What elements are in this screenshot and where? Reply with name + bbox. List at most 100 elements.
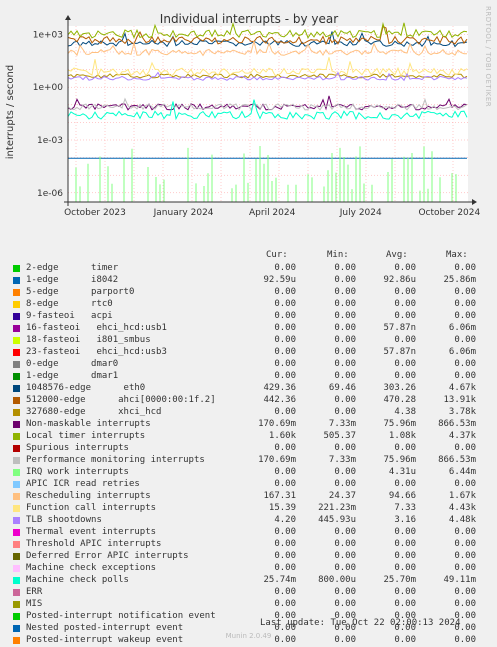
legend-label: 327680-edge xhci_hcd [26, 407, 162, 417]
legend-value-max: 49.11m [443, 575, 476, 585]
legend-swatch [13, 625, 20, 632]
legend-value-max: 0.00 [454, 299, 476, 309]
legend-swatch [13, 469, 20, 476]
y-axis-label: interrupts / second [5, 65, 16, 159]
legend-label: Local timer interrupts [26, 431, 146, 441]
legend-value-max: 0.00 [454, 479, 476, 489]
legend-value-max: 866.53m [438, 419, 476, 429]
legend-swatch [13, 421, 20, 428]
legend-value-max: 0.00 [454, 263, 476, 273]
x-tick-label: January 2024 [153, 208, 214, 218]
legend-swatch [13, 541, 20, 548]
legend-row: Threshold APIC interrupts 0.00 0.00 0.00 0.0… [0, 538, 497, 550]
y-tick-label: 1e+03 [33, 30, 63, 40]
legend-label: 1-edge i8042 [26, 275, 119, 285]
legend-row: Thermal event interrupts 0.00 0.00 0.00 0.00 [0, 526, 497, 538]
legend-row: Spurious interrupts 0.00 0.00 0.00 0.00 [0, 442, 497, 454]
legend-swatch [13, 373, 20, 380]
legend-swatch [13, 577, 20, 584]
legend-row: 1-edge dmar1 0.00 0.00 0.00 0.00 [0, 370, 497, 382]
legend-swatch [13, 529, 20, 536]
x-tick-label: October 2024 [418, 208, 480, 218]
last-update: Last update: Tue Oct 22 02:00:13 2024 [260, 618, 461, 628]
legend-swatch [13, 517, 20, 524]
legend-row: Function call interrupts 15.39 221.23m 7.33… [0, 502, 497, 514]
legend-label: Spurious interrupts [26, 443, 129, 453]
legend-value-max: 0.00 [454, 287, 476, 297]
legend-value-max: 0.00 [454, 539, 476, 549]
legend-label: ERR [26, 587, 43, 597]
legend-value-max: 0.00 [454, 311, 476, 321]
legend-swatch [13, 457, 20, 464]
legend-value-max: 0.00 [454, 527, 476, 537]
header-max: Max: [446, 250, 468, 260]
legend-label: TLB shootdowns [26, 515, 102, 525]
legend-label: 0-edge dmar0 [26, 359, 119, 369]
legend-value-max: 3.78k [448, 407, 476, 417]
legend-value-max: 0.00 [454, 443, 476, 453]
legend-row: Local timer interrupts 1.60k 505.37 1.08k 4.… [0, 430, 497, 442]
legend-value-max: 0.00 [454, 599, 476, 609]
y-tick-label: 1e-06 [37, 189, 63, 199]
legend-swatch [13, 433, 20, 440]
legend-value-max: 25.86m [443, 275, 476, 285]
legend-value-max: 0.00 [454, 359, 476, 369]
legend-label: Threshold APIC interrupts [26, 539, 162, 549]
x-tick-label: October 2023 [64, 208, 126, 218]
legend-swatch [13, 301, 20, 308]
legend-swatch [13, 337, 20, 344]
legend-value-max: 6.44m [448, 467, 476, 477]
legend-swatch [13, 589, 20, 596]
header-avg: Avg: [386, 250, 408, 260]
header-min: Min: [327, 250, 349, 260]
legend-row: 23-fasteoi ehci_hcd:usb3 0.00 0.00 57.87n 6.… [0, 346, 497, 358]
legend-swatch [13, 361, 20, 368]
legend-row: Machine check polls 25.74m 800.00u 25.70m 49… [0, 574, 497, 586]
legend-label: 9-fasteoi acpi [26, 311, 113, 321]
legend-row: Machine check exceptions 0.00 0.00 0.00 0.00 [0, 562, 497, 574]
legend-value-max: 1.67k [448, 491, 476, 501]
legend-value-max: 4.48k [448, 515, 476, 525]
legend-row: 16-fasteoi ehci_hcd:usb1 0.00 0.00 57.87n 6.… [0, 322, 497, 334]
legend-row: 512000-edge ahci[0000:00:1f.2] 442.36 0.00… [0, 394, 497, 406]
legend-label: 1048576-edge eth0 [26, 383, 146, 393]
legend-row: 18-fasteoi i801_smbus 0.00 0.00 0.00 0.00 [0, 334, 497, 346]
header-cur: Cur: [266, 250, 288, 260]
legend-row: ERR 0.00 0.00 0.00 0.00 [0, 586, 497, 598]
legend-value-max: 13.91k [443, 395, 476, 405]
legend-row: 5-edge parport0 0.00 0.00 0.00 0.00 [0, 286, 497, 298]
legend-row: 8-edge rtc0 0.00 0.00 0.00 0.00 [0, 298, 497, 310]
legend-value-max: 0.00 [454, 371, 476, 381]
legend-swatch [13, 325, 20, 332]
legend-label: APIC ICR read retries [26, 479, 140, 489]
legend-row: APIC ICR read retries 0.00 0.00 0.00 0.00 [0, 478, 497, 490]
legend-row: MIS 0.00 0.00 0.00 0.00 [0, 598, 497, 610]
legend-label: MIS [26, 599, 43, 609]
legend-label: 5-edge parport0 [26, 287, 135, 297]
legend-value-max: 4.67k [448, 383, 476, 393]
legend-row: IRQ work interrupts 0.00 0.00 4.31u 6.44m [0, 466, 497, 478]
legend-value-max: 6.06m [448, 347, 476, 357]
legend-row: 1048576-edge eth0 429.36 69.46 303.26 4.67k [0, 382, 497, 394]
legend-label: Machine check polls [26, 575, 129, 585]
legend-row: 2-edge timer 0.00 0.00 0.00 0.00 [0, 262, 497, 274]
legend-row: Non-maskable interrupts 170.69m 7.33m 75.96… [0, 418, 497, 430]
legend-value-max: 0.00 [454, 551, 476, 561]
legend-swatch [13, 385, 20, 392]
legend-swatch [13, 277, 20, 284]
legend-row: Deferred Error APIC interrupts 0.00 0.00 0.… [0, 550, 497, 562]
legend-label: 2-edge timer [26, 263, 119, 273]
legend-value-max: 0.00 [454, 563, 476, 573]
x-tick-label: July 2024 [339, 208, 382, 218]
munin-version: Munin 2.0.49 [225, 632, 272, 640]
legend-row: TLB shootdowns 4.20 445.93u 3.16 4.48k [0, 514, 497, 526]
legend-row: 1-edge i8042 92.59u 0.00 92.86u 25.86m [0, 274, 497, 286]
chart-title: Individual interrupts - by year [160, 12, 338, 26]
legend-label: Deferred Error APIC interrupts [26, 551, 189, 561]
legend-row: 327680-edge xhci_hcd 0.00 0.00 4.38 3.78k [0, 406, 497, 418]
legend-swatch [13, 613, 20, 620]
legend-row: 9-fasteoi acpi 0.00 0.00 0.00 0.00 [0, 310, 497, 322]
legend-value-max: 0.00 [454, 335, 476, 345]
legend-value-max: 4.37k [448, 431, 476, 441]
legend-label: Function call interrupts [26, 503, 157, 513]
